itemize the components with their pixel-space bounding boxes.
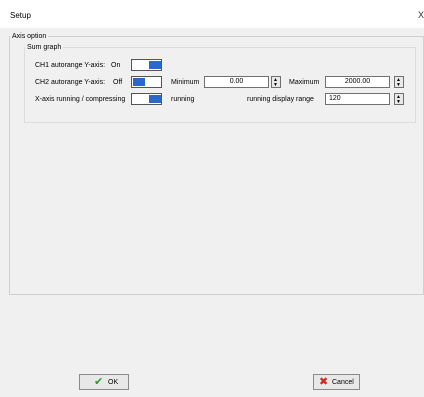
x-icon: ✖ (319, 376, 329, 388)
xaxis-running-toggle[interactable] (131, 93, 162, 105)
ch2-autorange-state: Off (113, 79, 123, 86)
spin-down-icon: ▼ (396, 82, 401, 88)
window-title: Setup (10, 11, 31, 20)
spin-down-icon: ▼ (273, 82, 278, 88)
ch2-autorange-label: CH2 autorange Y-axis: (35, 79, 106, 86)
axis-option-legend: Axis option (12, 33, 47, 40)
minimum-spinner[interactable]: ▲ ▼ (271, 76, 281, 88)
running-display-range-spinner[interactable]: ▲ ▼ (394, 93, 404, 105)
toggle-knob (149, 95, 161, 103)
minimum-label: Minimum (171, 79, 200, 86)
xaxis-running-state: running (171, 96, 195, 103)
toggle-knob (133, 78, 145, 86)
check-icon: ✔ (94, 376, 104, 388)
running-display-range-label: running display range (247, 96, 314, 103)
setup-dialog: Setup X Axis option Sum graph CH1 autora… (0, 0, 424, 397)
close-icon[interactable]: X (418, 10, 424, 20)
ch1-autorange-toggle[interactable] (131, 59, 162, 71)
ok-button[interactable]: ✔ OK (79, 374, 129, 390)
maximum-input[interactable]: 2000.00 (325, 76, 390, 88)
cancel-button[interactable]: ✖ Cancel (313, 374, 360, 390)
ok-button-label: OK (108, 379, 119, 386)
ch2-autorange-toggle[interactable] (131, 76, 162, 88)
toggle-knob (149, 61, 161, 69)
title-bar: Setup X (0, 0, 424, 28)
ch1-autorange-label: CH1 autorange Y-axis: (35, 62, 106, 69)
maximum-spinner[interactable]: ▲ ▼ (394, 76, 404, 88)
minimum-input[interactable]: 0.00 (204, 76, 269, 88)
running-display-range-input[interactable]: 120 (325, 93, 390, 105)
cancel-button-label: Cancel (332, 379, 354, 386)
ch1-autorange-state: On (111, 62, 121, 69)
maximum-label: Maximum (289, 79, 320, 86)
xaxis-running-label: X-axis running / compressing (35, 96, 126, 103)
sum-graph-legend: Sum graph (27, 44, 62, 51)
spin-down-icon: ▼ (396, 99, 401, 105)
